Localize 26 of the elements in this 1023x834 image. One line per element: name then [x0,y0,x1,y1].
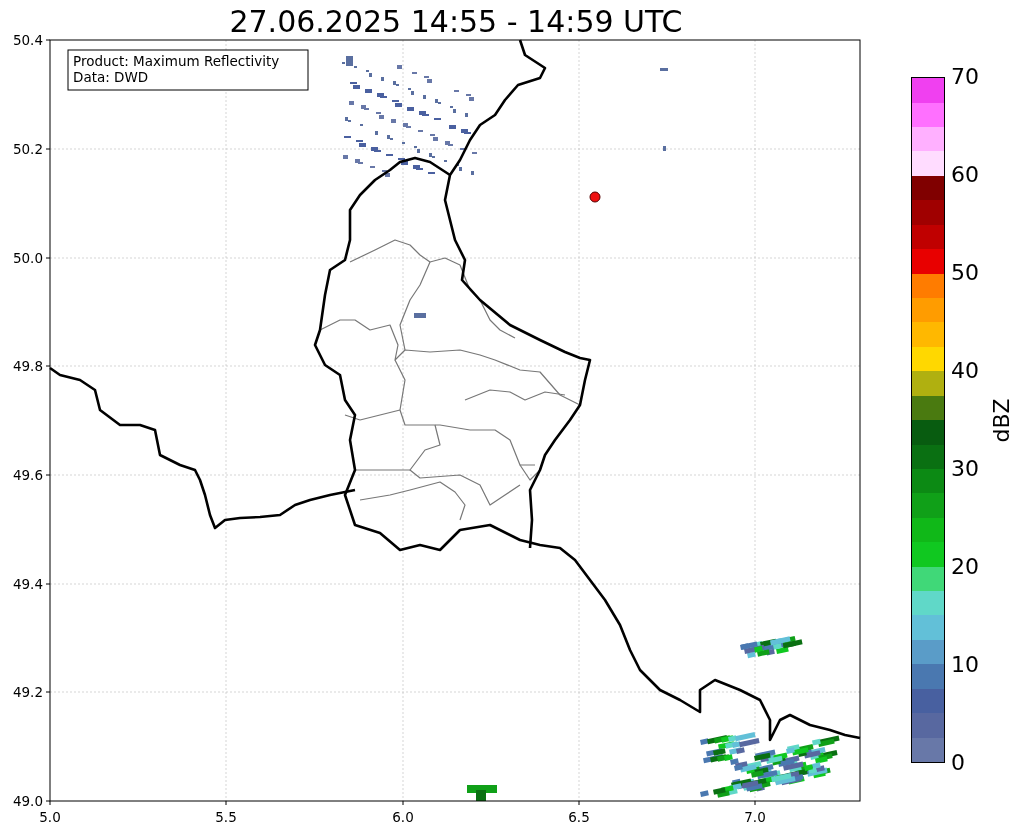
info-text: Data: DWD [73,69,149,85]
colorbar-tick-label: 20 [951,555,979,579]
y-tick-label: 49.0 [12,793,43,809]
x-tick-label: 6.5 [568,809,590,825]
colorbar-tick-label: 0 [951,751,966,775]
y-tick-label: 49.2 [12,684,43,700]
colorbar-tick-label: 40 [951,359,979,383]
colorbar-label: dBZ [987,397,1015,443]
y-tick-label: 50.2 [12,141,43,157]
info-text: Product: Maximum Reflectivity [73,53,280,69]
y-tick-label: 50.0 [12,250,43,266]
colorbar-tick-label: 60 [951,163,979,187]
x-tick-label: 5.0 [39,809,61,825]
colorbar-tick-label: 70 [951,65,979,89]
colorbar-tick-label: 10 [951,653,979,677]
x-tick-label: 5.5 [215,809,237,825]
x-tick-label: 6.0 [392,809,414,825]
chart-title: 27.06.2025 14:55 - 14:59 UTC [229,4,683,40]
x-tick-label: 7.0 [744,809,766,825]
y-tick-label: 49.4 [12,576,43,592]
colorbar-tick-label: 30 [951,457,979,481]
location-marker-icon [589,191,601,203]
y-tick-label: 49.8 [12,358,43,374]
colorbar-tick-label: 50 [951,261,979,285]
y-tick-label: 49.6 [12,467,43,483]
y-tick-label: 50.4 [12,32,43,48]
